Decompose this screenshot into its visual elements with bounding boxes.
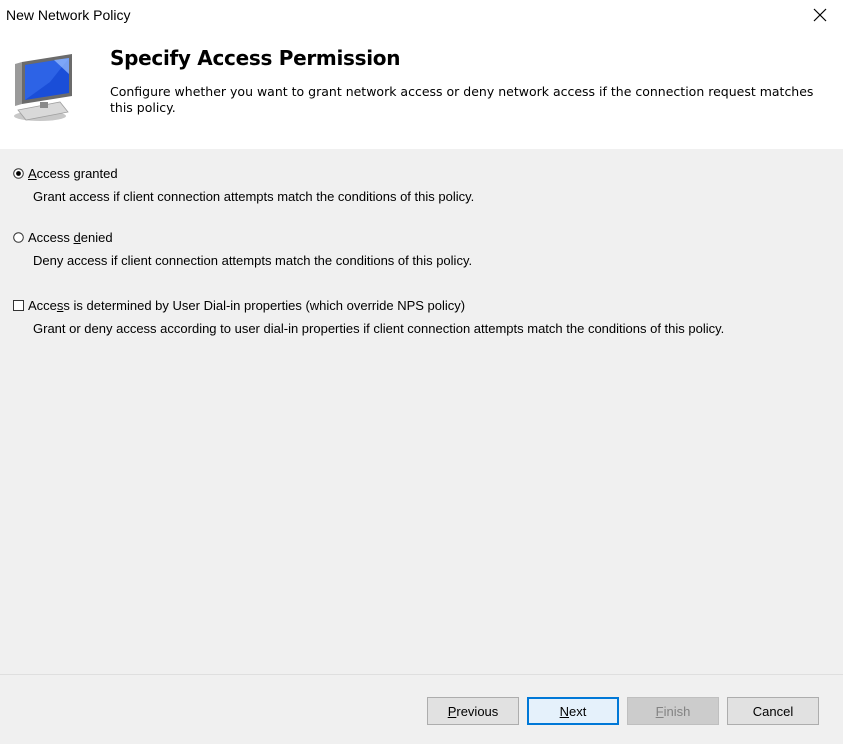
- page-heading: Specify Access Permission: [110, 46, 401, 70]
- previous-button[interactable]: Previous: [427, 697, 519, 725]
- wizard-footer: Previous Next Finish Cancel: [0, 675, 843, 744]
- access-denied-label[interactable]: Access denied: [28, 230, 113, 245]
- checkbox-unchecked-icon[interactable]: [13, 300, 24, 311]
- dial-in-properties-checkbox[interactable]: Access is determined by User Dial-in pro…: [13, 298, 465, 313]
- content-panel: Access granted Grant access if client co…: [0, 149, 843, 674]
- computer-monitor-icon: [14, 54, 72, 121]
- finish-button[interactable]: Finish: [627, 697, 719, 725]
- page-description: Configure whether you want to grant netw…: [110, 84, 814, 115]
- access-granted-radio[interactable]: Access granted: [13, 166, 118, 181]
- access-denied-help: Deny access if client connection attempt…: [33, 253, 473, 268]
- window-title: New Network Policy: [6, 7, 131, 23]
- cancel-button[interactable]: Cancel: [727, 697, 819, 725]
- dial-in-properties-help: Grant or deny access according to user d…: [33, 321, 725, 336]
- access-granted-help: Grant access if client connection attemp…: [33, 189, 475, 204]
- title-bar: New Network Policy: [0, 0, 843, 30]
- access-denied-radio[interactable]: Access denied: [13, 230, 113, 245]
- access-granted-label[interactable]: Access granted: [28, 166, 118, 181]
- radio-selected-icon[interactable]: [13, 168, 24, 179]
- close-button[interactable]: [797, 0, 843, 30]
- wizard-header: Specify Access Permission Configure whet…: [0, 30, 843, 149]
- next-button[interactable]: Next: [527, 697, 619, 725]
- dial-in-properties-label[interactable]: Access is determined by User Dial-in pro…: [28, 298, 465, 313]
- radio-unselected-icon[interactable]: [13, 232, 24, 243]
- close-icon: [813, 8, 827, 22]
